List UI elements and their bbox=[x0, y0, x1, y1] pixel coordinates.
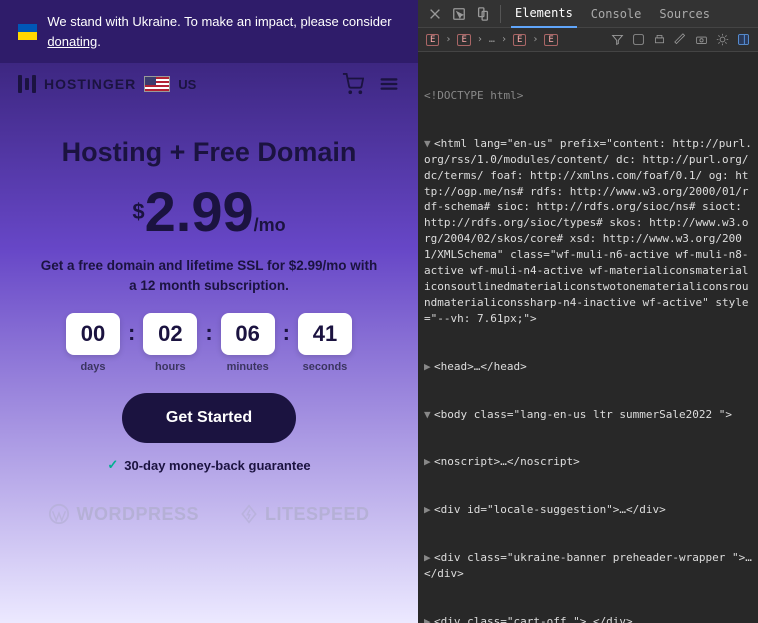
tab-elements[interactable]: Elements bbox=[511, 0, 577, 28]
hero-title: Hosting + Free Domain bbox=[62, 137, 357, 168]
device-icon[interactable] bbox=[476, 7, 490, 21]
wordpress-logo: WORDPRESS bbox=[48, 503, 199, 525]
filter-icon[interactable] bbox=[611, 33, 624, 46]
donate-link[interactable]: donating bbox=[47, 34, 97, 49]
website-viewport: We stand with Ukraine. To make an impact… bbox=[0, 0, 418, 623]
layout-icon[interactable] bbox=[737, 33, 750, 46]
us-flag-icon bbox=[144, 76, 170, 92]
dom-breadcrumb[interactable]: E›E›…›E›E bbox=[426, 34, 558, 46]
check-icon: ✓ bbox=[107, 457, 118, 473]
banner-text: We stand with Ukraine. To make an impact… bbox=[47, 12, 400, 51]
devtools-panel: Elements Console Sources E›E›…›E›E <!DOC… bbox=[418, 0, 758, 623]
dom-tree[interactable]: <!DOCTYPE html> ▼<html lang="en-us" pref… bbox=[418, 52, 758, 623]
litespeed-logo: LITESPEED bbox=[239, 504, 370, 525]
print-icon[interactable] bbox=[653, 33, 666, 46]
tab-console[interactable]: Console bbox=[587, 1, 646, 27]
partner-logos: WORDPRESS LITESPEED bbox=[18, 473, 399, 525]
litespeed-icon bbox=[239, 504, 259, 524]
cart-button[interactable] bbox=[342, 73, 364, 95]
countdown-unit-days: 00 days bbox=[66, 313, 120, 373]
locale-code: US bbox=[178, 77, 196, 92]
menu-button[interactable] bbox=[378, 73, 400, 95]
brand-name: HOSTINGER bbox=[44, 76, 136, 92]
countdown: 00 days : 02 hours : 06 minutes : 41 sec… bbox=[66, 313, 352, 373]
get-started-button[interactable]: Get Started bbox=[122, 393, 296, 443]
hero-subtitle: Get a free domain and lifetime SSL for $… bbox=[39, 256, 379, 295]
brush-icon[interactable] bbox=[674, 33, 687, 46]
price: $ 2.99 /mo bbox=[132, 184, 285, 240]
countdown-unit-hours: 02 hours bbox=[143, 313, 197, 373]
ukraine-flag-icon bbox=[18, 24, 37, 40]
hostinger-logo-icon bbox=[18, 75, 36, 93]
brand[interactable]: HOSTINGER US bbox=[18, 75, 196, 93]
hero-section: Hosting + Free Domain $ 2.99 /mo Get a f… bbox=[0, 105, 418, 623]
screenshot-icon[interactable] bbox=[695, 33, 708, 46]
countdown-unit-seconds: 41 seconds bbox=[298, 313, 352, 373]
countdown-unit-minutes: 06 minutes bbox=[221, 313, 275, 373]
close-icon[interactable] bbox=[428, 7, 442, 21]
devtools-breadcrumb-bar: E›E›…›E›E bbox=[418, 28, 758, 52]
ukraine-banner: We stand with Ukraine. To make an impact… bbox=[0, 0, 418, 63]
inspect-icon[interactable] bbox=[452, 7, 466, 21]
wordpress-icon bbox=[48, 503, 70, 525]
hamburger-icon bbox=[378, 73, 400, 95]
cart-icon bbox=[342, 73, 364, 95]
tab-sources[interactable]: Sources bbox=[655, 1, 714, 27]
settings-icon[interactable] bbox=[716, 33, 729, 46]
guarantee-text: ✓ 30-day money-back guarantee bbox=[107, 457, 310, 473]
site-header: HOSTINGER US bbox=[0, 63, 418, 105]
hover-icon[interactable] bbox=[632, 33, 645, 46]
devtools-toolbar: Elements Console Sources bbox=[418, 0, 758, 28]
